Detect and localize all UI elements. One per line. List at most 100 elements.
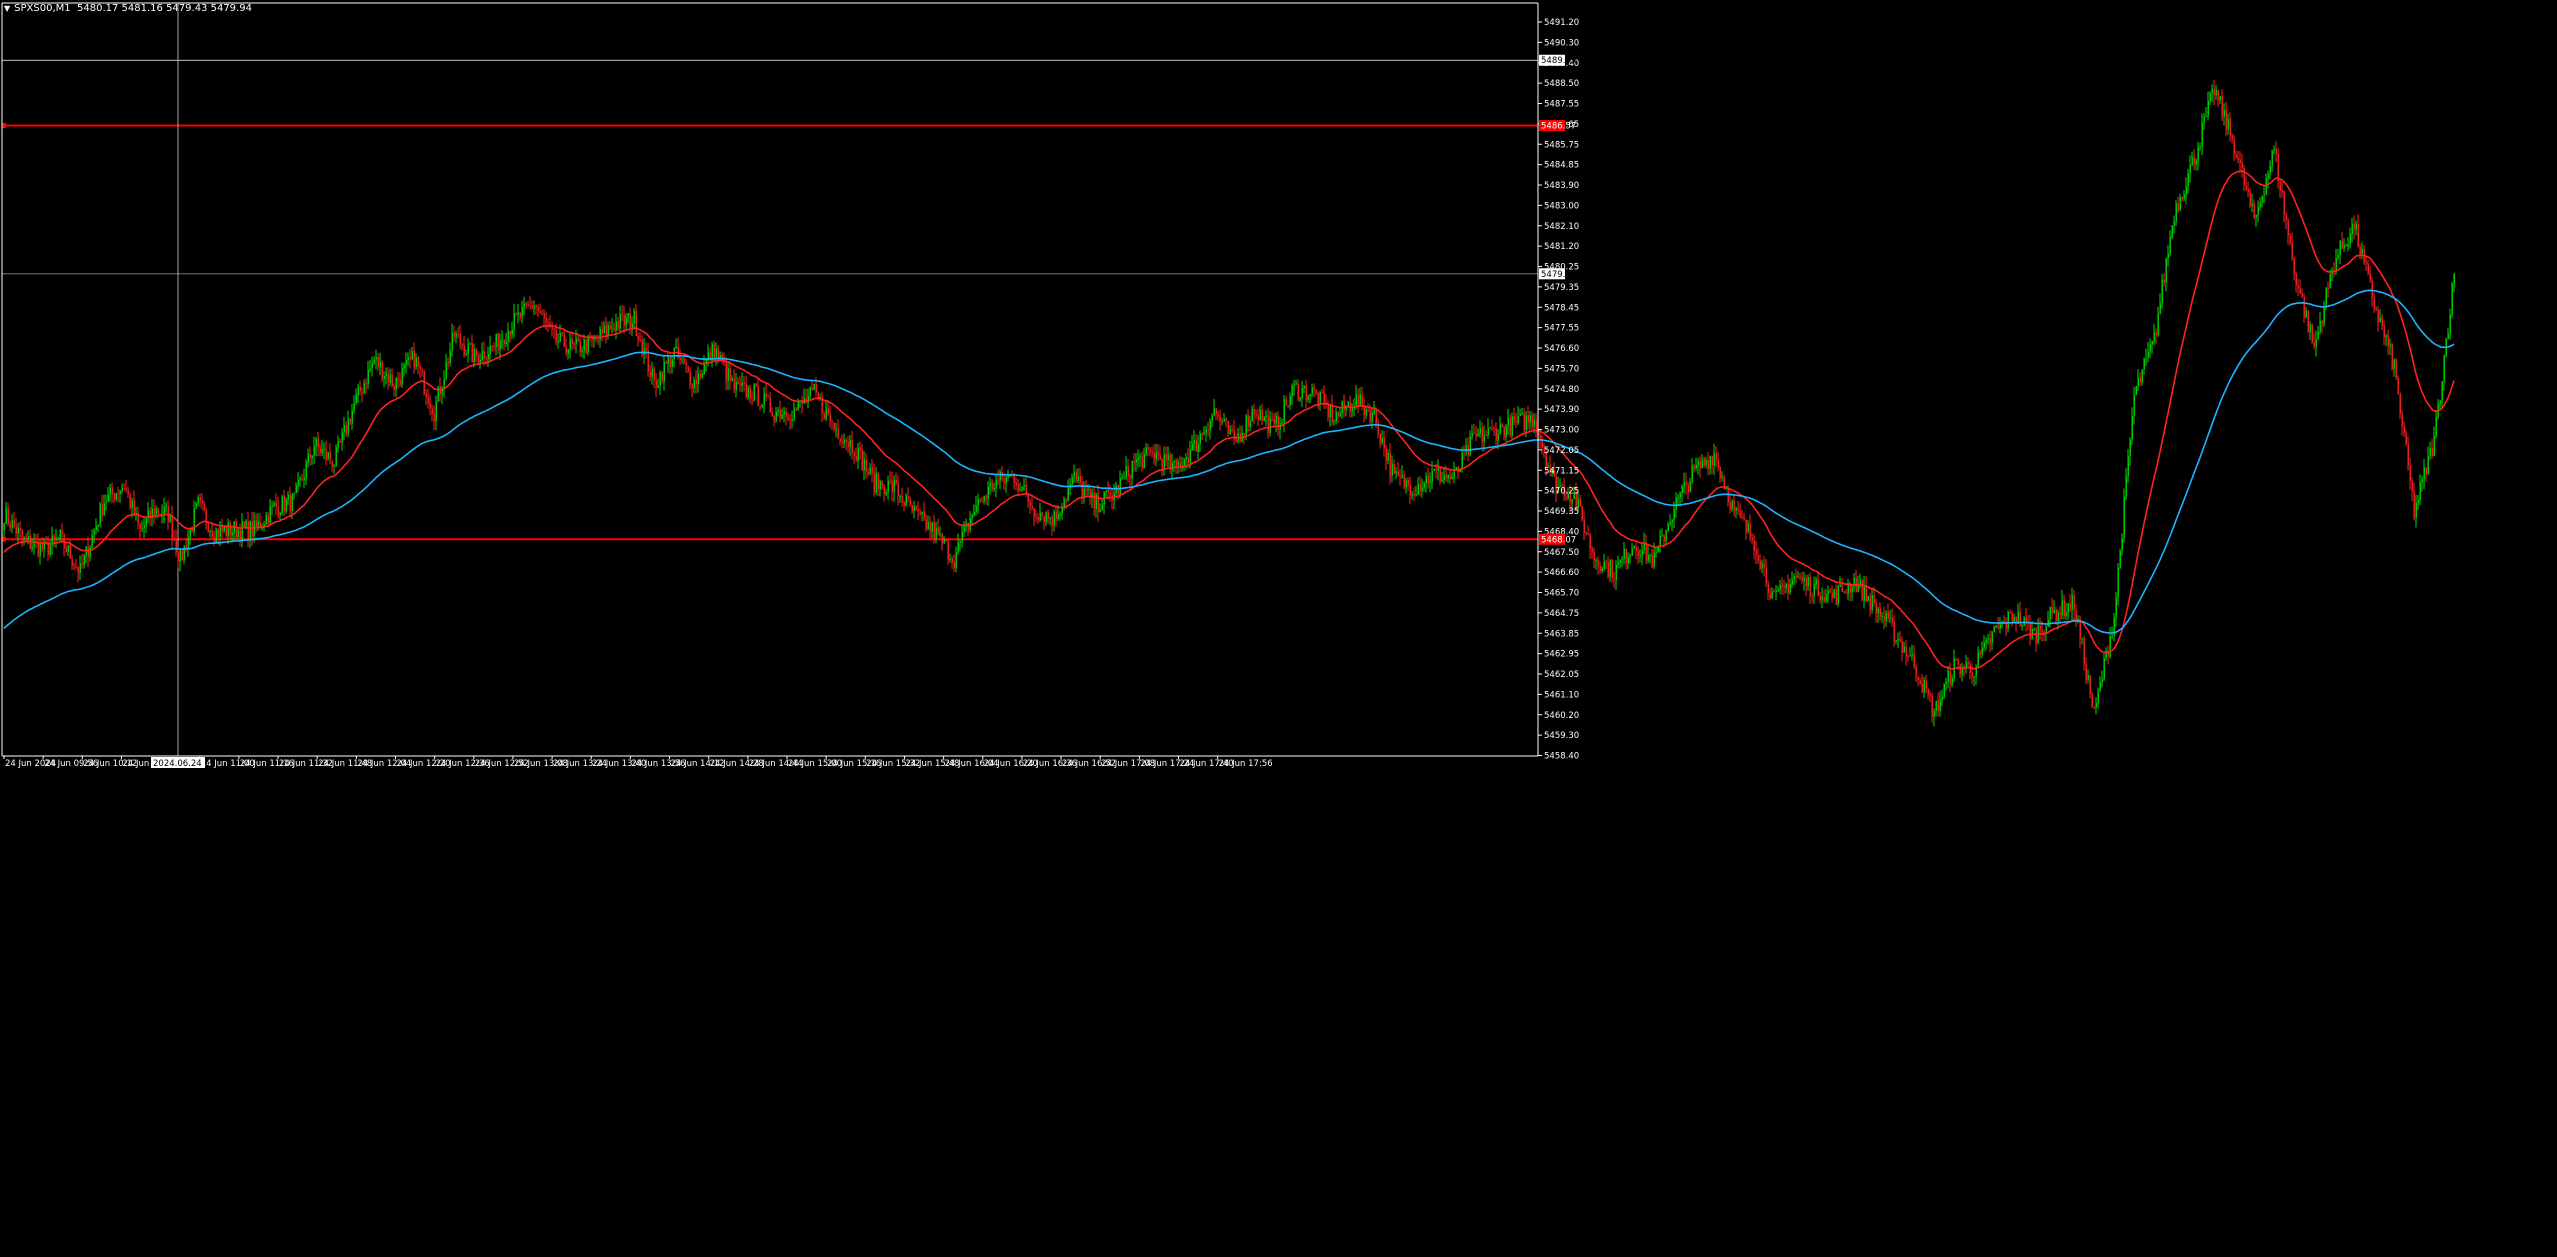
candle-body [1571, 499, 1573, 503]
candle-body [1987, 638, 1989, 640]
candle-body [2329, 274, 2331, 289]
candle-body [981, 501, 983, 503]
candle-body [569, 339, 571, 349]
candle-body [1671, 519, 1673, 523]
y-tick-label: 5478.45 [1544, 303, 1579, 313]
candle-body [1495, 428, 1497, 441]
candle-body [1303, 385, 1305, 389]
candle-body [2051, 607, 2053, 613]
candle-body [767, 396, 769, 398]
candle-body [687, 365, 689, 372]
candle-body [1277, 415, 1279, 430]
candle-body [1049, 517, 1051, 519]
candle-body [89, 546, 91, 558]
candle-body [681, 359, 683, 361]
candle-body [359, 386, 361, 392]
candle-body [1147, 447, 1149, 450]
candle-body [2129, 439, 2131, 457]
candle-body [2249, 192, 2251, 206]
candle-body [1105, 490, 1107, 493]
y-tick-label: 5458.40 [1544, 752, 1579, 762]
candle-body [415, 357, 417, 367]
candle-body [335, 446, 337, 467]
candle-body [1989, 638, 1991, 644]
candle-body [2061, 599, 2063, 616]
candle-body [1107, 490, 1109, 493]
candle-body [1061, 508, 1063, 514]
candle-body [625, 317, 627, 325]
candle-body [1877, 608, 1879, 614]
candle-body [513, 313, 515, 330]
candle-body [1417, 484, 1419, 495]
candle-body [2233, 139, 2235, 155]
candle-body [219, 526, 221, 537]
candle-body [467, 344, 469, 354]
candle-body [1583, 519, 1585, 534]
candle-body [565, 346, 567, 354]
candle-body [783, 411, 785, 415]
candle-body [381, 362, 383, 380]
candle-body [1883, 616, 1885, 621]
candle-body [645, 347, 647, 351]
level-handle [2, 536, 6, 542]
candle-body [1035, 517, 1037, 519]
candle-body [1005, 476, 1007, 484]
candle-body [2287, 220, 2289, 236]
candle-body [175, 539, 177, 553]
candle-body [281, 496, 283, 514]
candle-body [1163, 454, 1165, 470]
candle-body [167, 505, 169, 522]
candle-body [927, 522, 929, 530]
candle-body [607, 325, 609, 336]
candle-body [2155, 332, 2157, 335]
candle-body [567, 348, 569, 354]
candle-body [823, 413, 825, 419]
candle-body [1449, 475, 1451, 480]
candle-body [121, 488, 123, 491]
candle-body [1493, 428, 1495, 430]
candle-body [3, 524, 5, 531]
candle-body [1721, 476, 1723, 478]
candle-body [871, 467, 873, 474]
candle-body [665, 362, 667, 364]
candle-body [733, 378, 735, 391]
candle-body [1471, 433, 1473, 437]
candle-body [1623, 548, 1625, 559]
candle-body [491, 345, 493, 347]
candle-body [2263, 194, 2265, 197]
candle-body [2007, 612, 2009, 629]
candle-body [999, 471, 1001, 481]
candle-body [1757, 555, 1759, 561]
candle-body [1335, 412, 1337, 421]
candle-body [1333, 420, 1335, 423]
candle-body [1581, 506, 1583, 520]
candle-body [405, 359, 407, 365]
candle-body [1683, 482, 1685, 487]
candle-body [921, 511, 923, 515]
candle-body [459, 334, 461, 344]
candle-body [1863, 585, 1865, 601]
price-chart[interactable]: 5491.205490.305489.405488.505487.555486.… [0, 0, 2557, 1257]
candle-body [2245, 185, 2247, 190]
candle-body [155, 508, 157, 515]
candle-body [2035, 628, 2037, 643]
candle-body [971, 515, 973, 519]
candle-body [173, 538, 175, 540]
candle-body [2345, 245, 2347, 247]
candle-body [37, 542, 39, 557]
candle-body [255, 520, 257, 527]
candle-body [1651, 554, 1653, 567]
candle-body [2141, 369, 2143, 383]
candle-body [1043, 515, 1045, 523]
candle-body [1977, 652, 1979, 667]
moving-averages [3, 170, 2455, 670]
candle-body [609, 325, 611, 329]
candle-body [2311, 324, 2313, 343]
candle-body [2143, 358, 2145, 370]
candle-body [2353, 223, 2355, 230]
candle-body [2185, 186, 2187, 195]
candle-body [469, 343, 471, 345]
candle-body [67, 545, 69, 552]
candle-body [2243, 168, 2245, 186]
candle-body [505, 341, 507, 344]
